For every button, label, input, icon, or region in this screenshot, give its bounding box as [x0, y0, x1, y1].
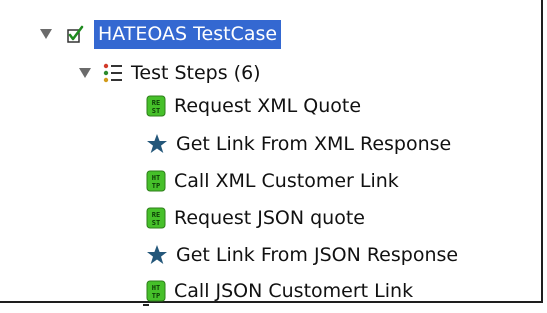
test-steps-label: Test Steps (6) [131, 62, 261, 84]
tree-line-marker [143, 304, 149, 306]
step-label[interactable]: Get Link From JSON Response [176, 244, 458, 266]
expand-arrow-icon[interactable] [40, 29, 52, 39]
tree-row-step[interactable]: RE ST Request XML Quote [146, 88, 361, 124]
testcase-label[interactable]: HATEOAS TestCase [94, 19, 282, 49]
svg-text:ST: ST [152, 219, 160, 227]
property-transfer-star-icon [146, 244, 168, 266]
svg-text:TP: TP [152, 292, 160, 300]
tree-row-step[interactable]: Get Link From XML Response [146, 126, 451, 162]
testcase-checked-icon [66, 24, 86, 44]
tree-row-test-steps[interactable]: Test Steps (6) [79, 55, 261, 91]
step-label[interactable]: Call JSON Customert Link [174, 280, 413, 302]
http-request-icon: HT TP [146, 170, 166, 192]
svg-text:ST: ST [152, 107, 160, 115]
svg-text:HT: HT [152, 284, 160, 292]
rest-request-icon: RE ST [146, 207, 166, 229]
tree-row-step[interactable]: Get Link From JSON Response [146, 237, 458, 273]
step-label[interactable]: Get Link From XML Response [176, 133, 451, 155]
step-label[interactable]: Request XML Quote [174, 95, 361, 117]
svg-text:TP: TP [152, 182, 160, 190]
tree-panel: HATEOAS TestCase Test Steps (6) RE ST Re [0, 0, 543, 303]
svg-text:RE: RE [152, 99, 160, 107]
tree-row-step[interactable]: RE ST Request JSON quote [146, 200, 365, 236]
expand-arrow-icon[interactable] [79, 68, 91, 78]
tree-row-step[interactable]: HT TP Call JSON Customert Link [146, 273, 413, 309]
http-request-icon: HT TP [146, 280, 166, 302]
test-steps-list-icon [103, 63, 123, 83]
tree-row-step[interactable]: HT TP Call XML Customer Link [146, 163, 399, 199]
property-transfer-star-icon [146, 133, 168, 155]
rest-request-icon: RE ST [146, 95, 166, 117]
step-label[interactable]: Call XML Customer Link [174, 170, 399, 192]
svg-text:RE: RE [152, 211, 160, 219]
tree-row-testcase[interactable]: HATEOAS TestCase [40, 16, 282, 52]
step-label[interactable]: Request JSON quote [174, 207, 365, 229]
svg-text:HT: HT [152, 174, 160, 182]
